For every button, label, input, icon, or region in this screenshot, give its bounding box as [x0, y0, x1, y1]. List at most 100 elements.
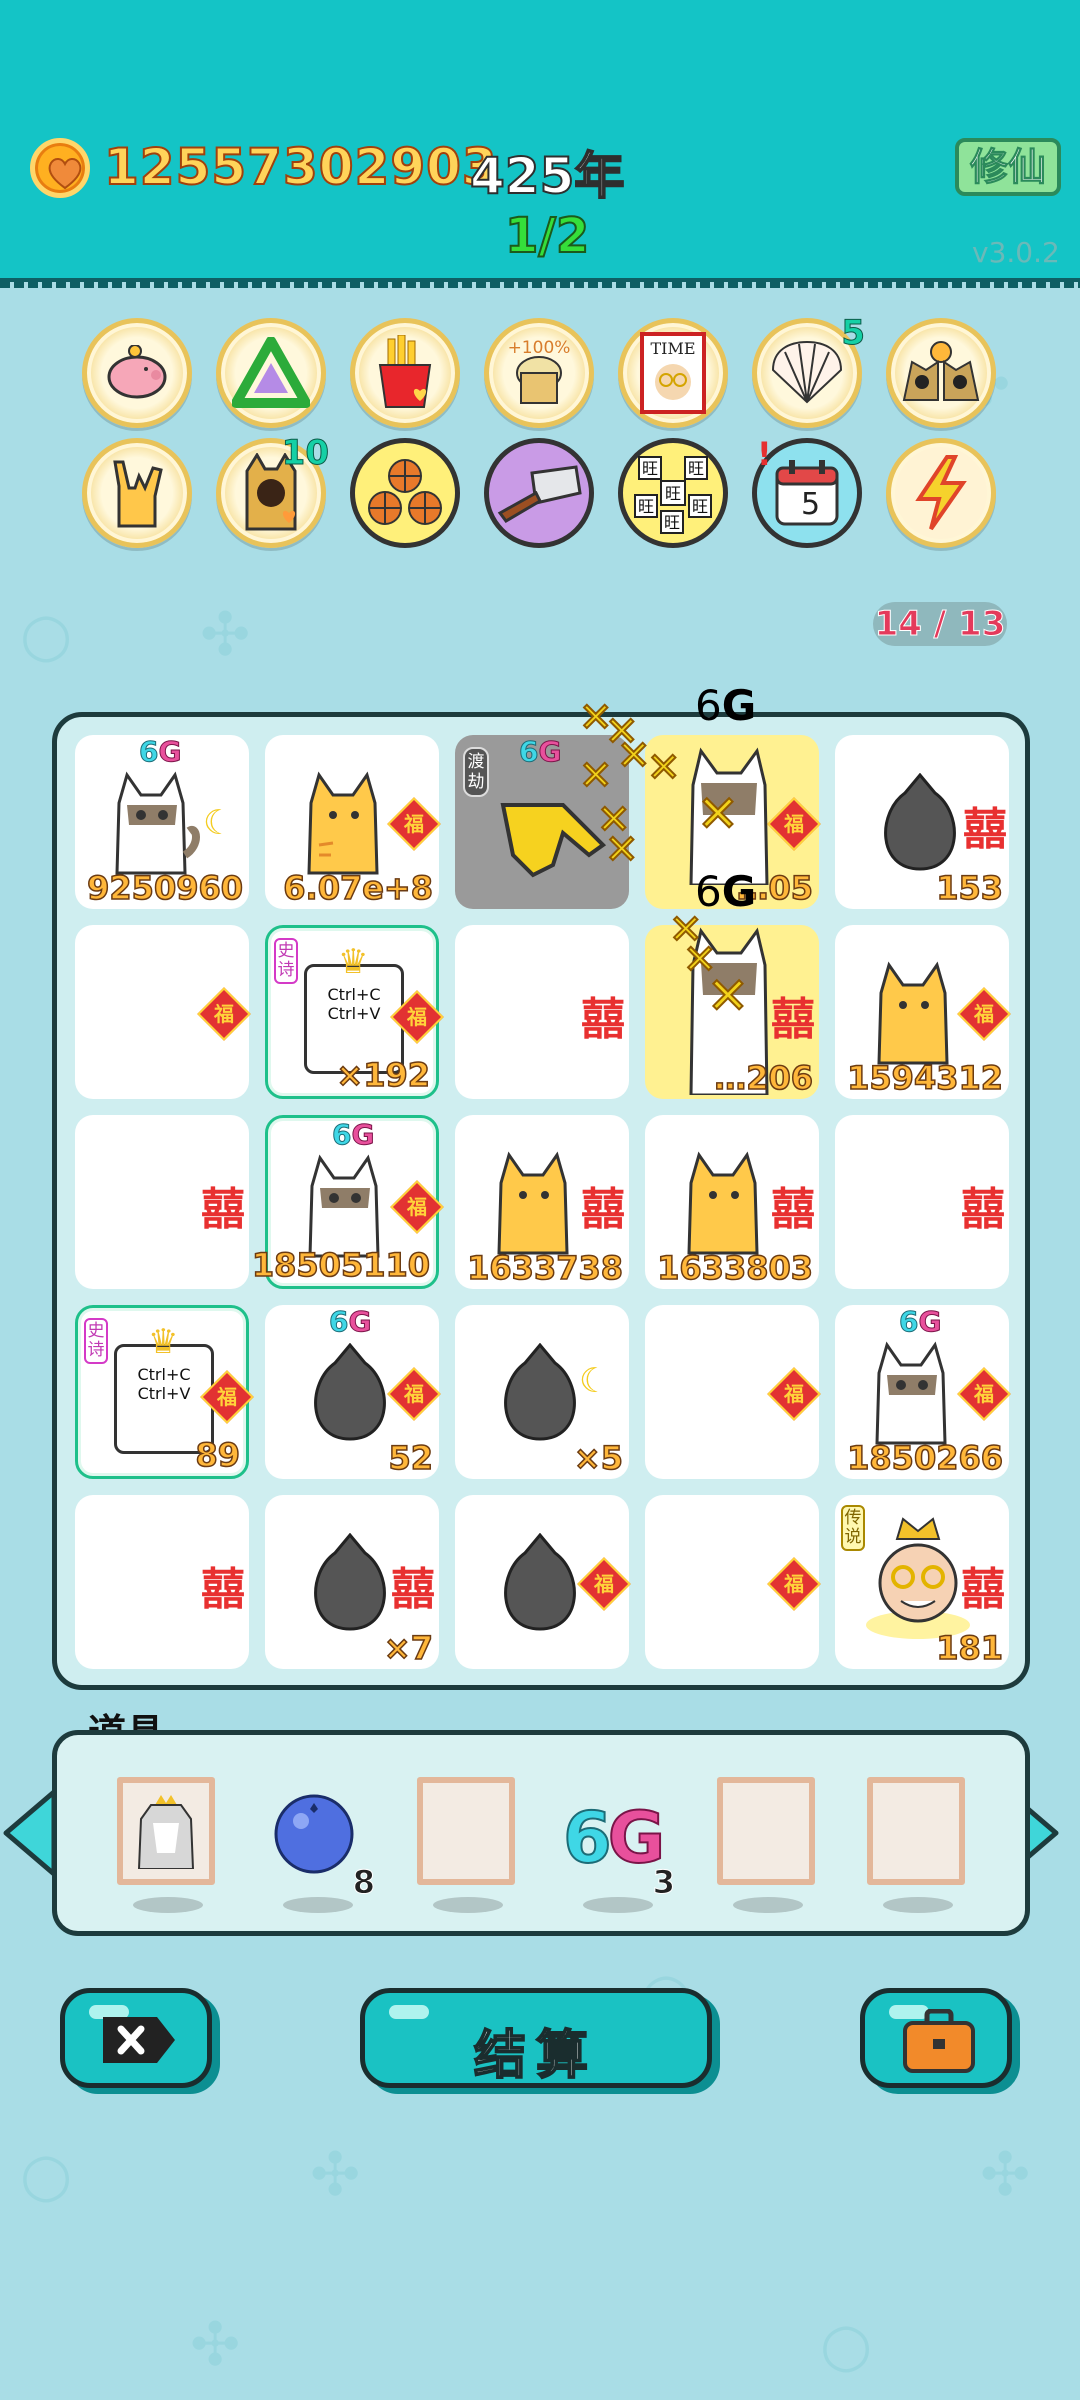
trash-bag-icon — [504, 1533, 576, 1631]
cleaver-icon — [497, 465, 582, 523]
backspace-icon — [103, 2017, 175, 2063]
svg-text:+100%: +100% — [508, 338, 571, 358]
board-cell[interactable]: 福 6.07e+8 — [265, 735, 441, 909]
cat-figure-buff[interactable]: 10 — [216, 433, 330, 548]
board-cell[interactable]: 福 1594312 — [835, 925, 1011, 1099]
piggy-bank-buff[interactable] — [82, 318, 192, 428]
fries-icon — [378, 335, 432, 408]
recycle-buff[interactable] — [216, 318, 326, 428]
cultivate-button[interactable]: 修仙 — [955, 138, 1061, 196]
board-cell[interactable]: 囍 153 — [835, 735, 1009, 909]
board-cell[interactable]: 福 — [645, 1305, 821, 1479]
ctrl-v-label: Ctrl+V — [327, 1004, 381, 1023]
board-cell[interactable]: 囍 1633803 — [645, 1115, 819, 1289]
item-6g[interactable]: 6G 3 — [562, 1777, 676, 1913]
time-magazine-buff[interactable]: TIME — [618, 318, 728, 428]
board-cell[interactable]: 囍 ×7 — [265, 1495, 439, 1669]
svg-text:旺: 旺 — [665, 484, 681, 503]
6g-tag: 6G — [898, 1305, 942, 1339]
cell-value: 1850266 — [846, 1438, 1003, 1478]
board-cell[interactable]: 福 — [645, 1495, 821, 1669]
board-cell[interactable]: 史诗 Ctrl+C Ctrl+V ♛ 福 89 — [75, 1305, 254, 1479]
svg-text:旺: 旺 — [688, 459, 704, 478]
piggy-bank-icon — [107, 345, 167, 399]
cell-value: ×5 — [573, 1438, 624, 1478]
calendar-buff[interactable]: ! 5 — [752, 435, 862, 548]
briefcase-icon — [903, 2009, 975, 2073]
item-empty-slot[interactable] — [717, 1777, 817, 1913]
shell-icon — [771, 340, 843, 404]
board-cell[interactable]: 囍 — [455, 925, 629, 1099]
shell-buff[interactable]: 5 — [752, 313, 865, 428]
orange-cat-icon — [497, 1151, 569, 1255]
bg-pattern: ○ — [20, 600, 73, 670]
board-cell[interactable]: 囍 — [75, 1115, 249, 1289]
6g-floating-tag: 6G — [695, 867, 757, 916]
item-shadow — [283, 1897, 353, 1913]
moon-icon: ☾ — [203, 803, 234, 843]
item-blueberry[interactable]: 8 — [267, 1777, 376, 1913]
arrow-left-icon[interactable] — [0, 1788, 58, 1878]
delete-button[interactable] — [60, 1988, 212, 2088]
golden-cats-buff[interactable] — [886, 318, 996, 428]
basketballs-buff[interactable] — [350, 438, 460, 548]
item-frame — [867, 1777, 965, 1885]
cleaver-buff[interactable] — [484, 438, 594, 548]
board-cell[interactable]: 6G 福 18505110 — [251, 1115, 444, 1289]
fries-buff[interactable] — [350, 318, 460, 428]
item-shadow — [433, 1897, 503, 1913]
board-cell[interactable]: ☾ ×5 — [455, 1305, 629, 1479]
wang-tiles-buff[interactable]: 旺 旺 旺 旺 旺 旺 — [618, 438, 728, 548]
item-husky-card[interactable] — [117, 1777, 217, 1913]
dujie-tag: 渡劫 — [463, 747, 489, 797]
item-empty-slot[interactable] — [867, 1777, 967, 1913]
board-cell[interactable]: 6G 福 52 — [265, 1305, 441, 1479]
xi-badge: 囍 — [391, 1564, 435, 1615]
ctrl-c-label: Ctrl+C — [327, 985, 381, 1004]
cell-value: 1633803 — [656, 1248, 813, 1288]
cell-value: 181 — [935, 1628, 1003, 1668]
bg-pattern: ✣ — [200, 600, 251, 670]
6g-tag: 6G — [518, 735, 562, 769]
board-cell[interactable]: 传说 囍 181 — [835, 1495, 1009, 1669]
sparkle-icon: ✕ — [646, 744, 681, 792]
bg-pattern: ✣ — [310, 2140, 361, 2210]
bucket-buff[interactable]: +100% — [484, 318, 594, 428]
board-cell[interactable]: 史诗 Ctrl+C Ctrl+V ♛ 福 ×192 — [265, 925, 444, 1099]
board-cell[interactable]: 囍 — [835, 1115, 1009, 1289]
svg-text:TIME: TIME — [650, 339, 695, 358]
board-cell[interactable]: 6G 福 1850266 — [835, 1305, 1011, 1479]
wang-tiles-icon: 旺 旺 旺 旺 旺 旺 — [634, 456, 712, 534]
blueberry-icon — [274, 1794, 354, 1874]
fu-badge: 福 — [387, 1367, 441, 1421]
6g-logo: 6G — [562, 1796, 666, 1880]
item-shadow — [133, 1897, 203, 1913]
board-cell[interactable]: 6G ☾ 9250960 — [75, 735, 249, 909]
rock-hand-buff[interactable] — [82, 438, 192, 548]
cell-value: ×7 — [383, 1628, 434, 1668]
turn-counter: 14 / 13 — [873, 602, 1007, 646]
xi-badge: 囍 — [581, 994, 625, 1045]
board-cell[interactable]: 福 — [455, 1495, 631, 1669]
board-cell[interactable]: 囍 1633738 — [455, 1115, 629, 1289]
orange-cat-icon — [687, 1151, 759, 1255]
xi-badge: 囍 — [963, 804, 1007, 855]
6g-floating-tag: 6G — [695, 681, 757, 730]
version-label: v3.0.2 — [972, 236, 1060, 269]
cell-value: 1594312 — [846, 1058, 1003, 1098]
ctrl-v-label: Ctrl+V — [137, 1384, 191, 1403]
item-empty-slot[interactable] — [417, 1777, 517, 1913]
xi-badge: 囍 — [961, 1184, 1005, 1235]
bag-button[interactable] — [860, 1988, 1012, 2088]
cell-value: 18505110 — [251, 1245, 431, 1285]
xi-badge: 囍 — [201, 1564, 245, 1615]
board-cell[interactable]: 囍 — [75, 1495, 249, 1669]
sparkle-icon: ✕ — [696, 784, 740, 844]
sparkle-icon: ✕ — [604, 826, 639, 874]
item-count: 8 — [352, 1863, 375, 1902]
lightning-buff[interactable] — [886, 438, 996, 548]
settle-button[interactable]: 结算 — [360, 1988, 712, 2088]
bucket-icon: +100% — [508, 338, 571, 404]
trash-bag-icon — [314, 1533, 386, 1631]
board-cell[interactable]: 福 — [75, 925, 251, 1099]
